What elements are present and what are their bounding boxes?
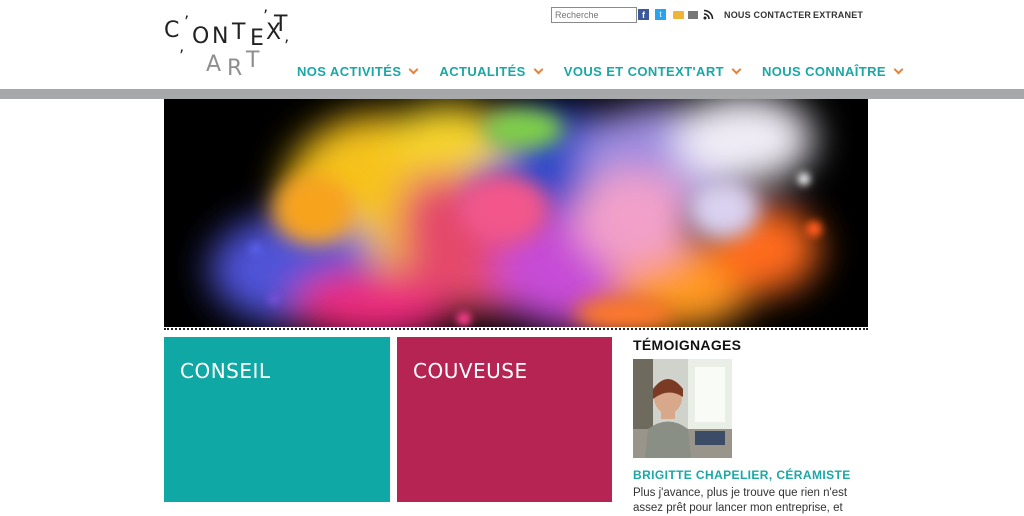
nav-item-actualites[interactable]: ACTUALITÉS (439, 64, 544, 79)
context-art-logo[interactable]: C ’ O N T E X ’ T ’ ’ A R T (164, 6, 294, 81)
folder-icon[interactable] (673, 11, 684, 19)
chevron-down-icon (408, 64, 419, 75)
rss-icon[interactable] (703, 9, 714, 20)
nav-item-label: VOUS ET CONTEXT'ART (563, 64, 724, 79)
extranet-link[interactable]: EXTRANET (813, 10, 863, 20)
logo-letter: T (232, 20, 246, 45)
logo-letter: N (212, 24, 229, 49)
nav-item-label: NOUS CONNAÎTRE (761, 64, 887, 79)
testimonial-quote: Plus j'avance, plus je trouve que rien n… (633, 487, 848, 514)
logo-apostrophe: ’ (184, 12, 190, 31)
hero-banner-image (164, 99, 868, 327)
print-icon[interactable] (688, 11, 698, 19)
logo-apostrophe: ’ (263, 6, 269, 25)
chevron-down-icon (893, 64, 904, 75)
testimonials-heading: TÉMOIGNAGES (633, 337, 742, 353)
chevron-down-icon (731, 64, 742, 75)
tile-title: COUVEUSE (413, 359, 528, 383)
header-divider-band (0, 89, 1024, 99)
search-input[interactable] (551, 7, 637, 23)
main-nav: NOS ACTIVITÉS ACTUALITÉS VOUS ET CONTEXT… (297, 64, 924, 79)
contact-link[interactable]: NOUS CONTACTER (724, 10, 811, 20)
logo-apostrophe: ’ (179, 46, 185, 65)
nav-item-vous-et-contextart[interactable]: VOUS ET CONTEXT'ART (563, 64, 742, 79)
nav-item-label: ACTUALITÉS (439, 64, 526, 79)
twitter-icon[interactable]: t (655, 9, 666, 20)
testimonial-author[interactable]: BRIGITTE CHAPELIER, CÉRAMISTE (633, 468, 851, 482)
logo-letter: R (227, 56, 243, 81)
logo-apostrophe: ’ (284, 36, 290, 55)
logo-letter: T (274, 12, 288, 37)
nav-item-label: NOS ACTIVITÉS (297, 64, 402, 79)
facebook-icon[interactable]: f (638, 9, 649, 20)
logo-letter: C (164, 18, 180, 43)
logo-letter: T (246, 48, 260, 73)
nav-item-nos-activites[interactable]: NOS ACTIVITÉS (297, 64, 419, 79)
nav-item-nous-connaitre[interactable]: NOUS CONNAÎTRE (761, 64, 904, 79)
section-divider (164, 328, 868, 330)
testimonial-photo[interactable] (633, 359, 732, 458)
logo-letter: O (192, 24, 210, 49)
tile-title: CONSEIL (180, 359, 271, 383)
chevron-down-icon (533, 64, 544, 75)
conseil-tile[interactable]: CONSEIL (164, 337, 390, 502)
logo-letter: A (206, 52, 222, 77)
couveuse-tile[interactable]: COUVEUSE (397, 337, 612, 502)
